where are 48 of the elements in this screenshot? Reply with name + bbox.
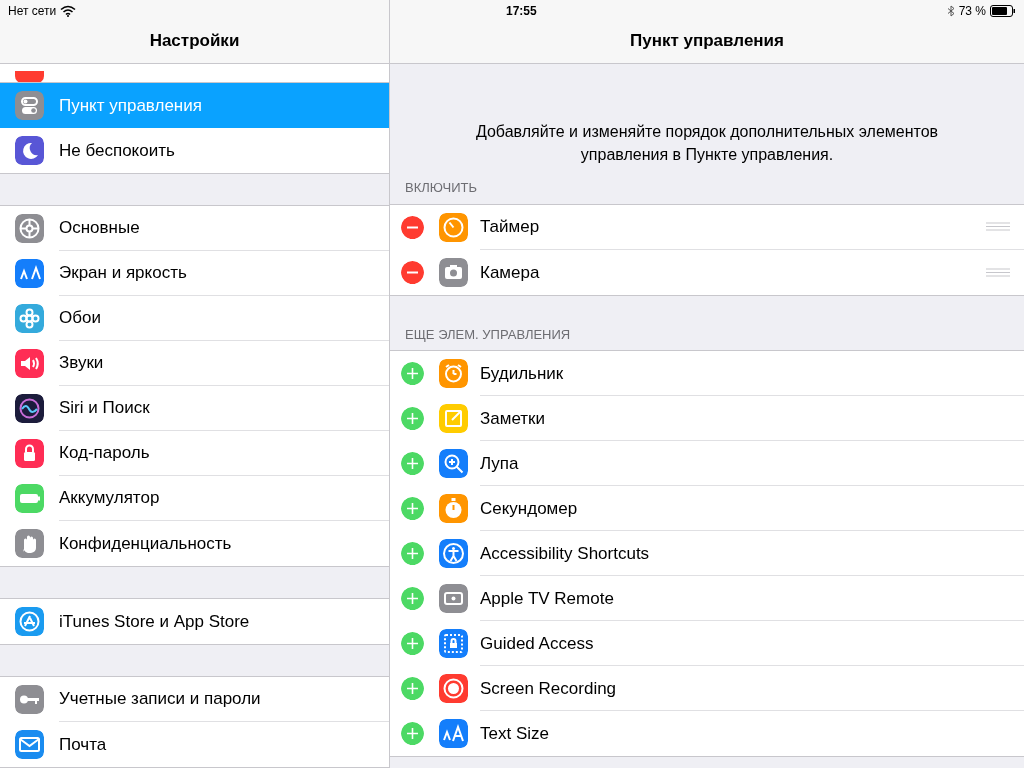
control-name: Apple TV Remote	[480, 587, 614, 610]
control-name: Заметки	[480, 407, 546, 430]
add-button[interactable]	[401, 407, 424, 431]
settings-item[interactable]: Не беспокоить	[0, 128, 389, 173]
add-button[interactable]	[401, 722, 424, 746]
bluetooth-icon	[946, 5, 955, 17]
control-name: Guided Access	[480, 632, 594, 655]
remove-button[interactable]	[401, 215, 424, 239]
drag-handle-icon[interactable]	[986, 267, 1010, 277]
settings-item[interactable]: iTunes Store и App Store	[0, 599, 389, 644]
remove-button[interactable]	[401, 260, 424, 284]
control-name: Камера	[480, 261, 540, 284]
settings-item[interactable]: Код-пароль	[0, 431, 389, 476]
section-header: ВКЛЮЧИТЬ	[405, 180, 477, 196]
description-text: Добавляйте и изменяйте порядок дополнительных элементов управления в Пункте управления.	[474, 122, 940, 166]
control-name: Screen Recording	[480, 677, 617, 700]
add-button[interactable]	[401, 632, 424, 656]
drag-handle-icon[interactable]	[986, 222, 1010, 232]
settings-item[interactable]: Основные	[0, 206, 389, 251]
control-name: Таймер	[480, 216, 540, 239]
add-button[interactable]	[401, 452, 424, 476]
settings-item[interactable]: Аккумулятор	[0, 476, 389, 521]
control-name: Лупа	[480, 452, 519, 475]
section-header: ЕЩЕ ЭЛЕМ. УПРАВЛЕНИЯ	[405, 326, 571, 342]
settings-item[interactable]: Siri и Поиск	[0, 386, 389, 431]
add-button[interactable]	[401, 587, 424, 611]
app-icon	[15, 70, 44, 82]
add-button[interactable]	[401, 542, 424, 566]
control-name: Text Size	[480, 723, 549, 746]
battery-icon	[990, 5, 1016, 17]
settings-item[interactable]: Экран и яркость	[0, 251, 389, 296]
battery-percent: 73 %	[958, 3, 986, 20]
screen-title: Пункт управления	[630, 29, 784, 52]
settings-item[interactable]: Конфиденциальность	[0, 521, 389, 566]
wifi-icon	[60, 5, 77, 17]
screen-title: Настройки	[149, 29, 240, 52]
settings-item[interactable]: Почта	[0, 722, 389, 767]
control-name: Секундомер	[480, 497, 578, 520]
settings-item[interactable]: Обои	[0, 296, 389, 341]
add-button[interactable]	[401, 677, 424, 701]
carrier-label: Нет сети	[8, 3, 57, 20]
settings-item[interactable]: Звуки	[0, 341, 389, 386]
add-button[interactable]	[401, 497, 424, 521]
add-button[interactable]	[401, 362, 424, 386]
control-name: Будильник	[480, 362, 564, 385]
clock-time: 17:55	[505, 3, 538, 20]
control-name: Accessibility Shortcuts	[480, 542, 650, 565]
settings-item[interactable]: Учетные записи и пароли	[0, 677, 389, 722]
